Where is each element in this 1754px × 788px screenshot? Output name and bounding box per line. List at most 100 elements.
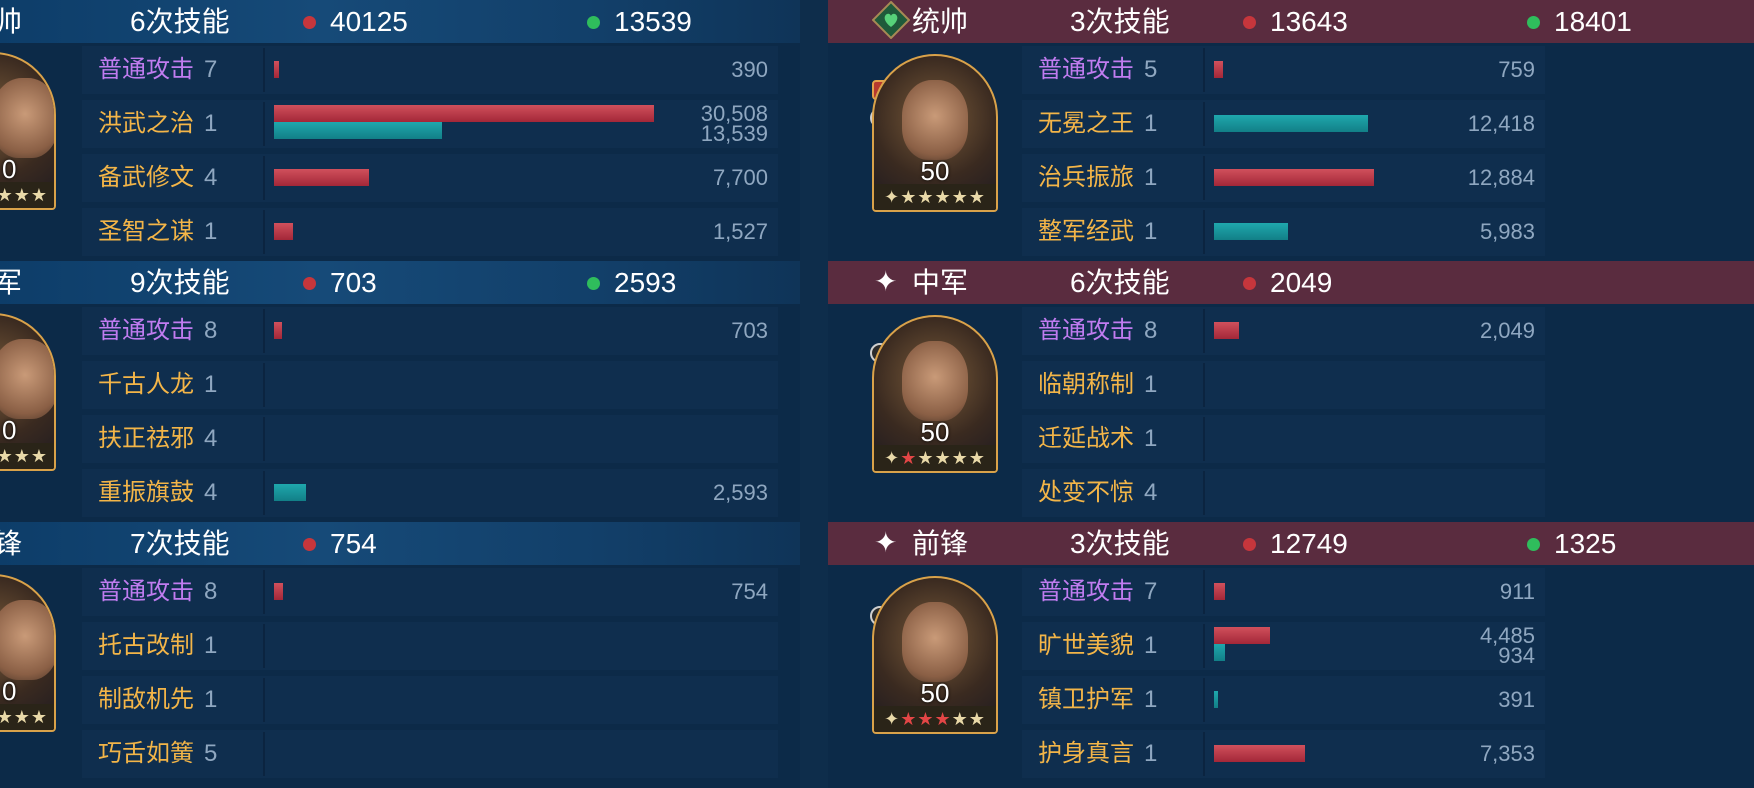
row-separator <box>263 102 265 146</box>
skill-count: 5 <box>204 740 218 767</box>
skill-count: 8 <box>204 317 218 344</box>
skill-row: 普通攻击 8 2,049 <box>1022 307 1545 355</box>
general-portrait[interactable]: 0 ★★★ <box>0 313 56 471</box>
row-separator <box>263 363 265 407</box>
role-label: 前锋 <box>912 528 969 559</box>
skill-name: 普通攻击 <box>98 578 194 605</box>
skill-row: 制敌机先 1 <box>82 676 778 724</box>
portrait-level: 0 <box>2 415 17 445</box>
skill-row: 迁延战术 1 <box>1022 415 1545 463</box>
skill-name: 巧舌如簧 <box>98 740 194 767</box>
general-portrait[interactable]: 50 ✦★★★★★ <box>872 315 998 473</box>
damage-bar <box>274 61 279 78</box>
portrait-stars: ★★★ <box>0 443 54 469</box>
skill-count: 8 <box>1144 317 1158 344</box>
skill-name: 护身真言 <box>1038 740 1134 767</box>
skill-row: 护身真言 1 7,353 <box>1022 730 1545 778</box>
damage-bar <box>1214 627 1270 644</box>
skill-name: 普通攻击 <box>1038 56 1134 83</box>
skill-row: 镇卫护军 1 391 <box>1022 676 1545 724</box>
row-separator <box>263 156 265 200</box>
heal-bar <box>1214 223 1288 240</box>
skill-count: 1 <box>204 218 218 245</box>
skill-row: 整军经武 1 5,983 <box>1022 208 1545 256</box>
vanguard-section: 锋 7次技能 754 0 ★★★ 普通攻击 8 754 托古改制 1 制敌机先 … <box>0 522 800 782</box>
row-separator <box>1203 624 1205 668</box>
heal-value: 2,593 <box>712 480 768 505</box>
damage-bar <box>1214 169 1374 186</box>
skill-count: 1 <box>204 371 218 398</box>
heal-total: 18401 <box>1554 6 1632 37</box>
portrait-level: 50 <box>920 417 950 447</box>
portrait-face <box>0 600 54 680</box>
skill-row: 普通攻击 7 390 <box>82 46 778 94</box>
damage-bar <box>274 322 282 339</box>
skill-name: 无冕之王 <box>1038 110 1134 137</box>
damage-value: 390 <box>731 57 768 82</box>
left-team-panel: 帅 6次技能 40125 13539 0 ★★★ 普通攻击 7 390 洪武之治… <box>0 0 800 788</box>
portrait-face <box>902 602 968 682</box>
heal-value: 12,418 <box>1467 111 1535 136</box>
row-separator <box>263 48 265 92</box>
row-separator <box>263 471 265 515</box>
section-header: ✦ 前锋 3次技能 12749 1325 <box>828 522 1754 565</box>
damage-value: 1,527 <box>712 219 768 244</box>
section-header: 锋 7次技能 754 <box>0 522 800 565</box>
skill-name: 整军经武 <box>1038 218 1134 245</box>
damage-bar <box>274 105 654 122</box>
portrait-face <box>902 80 968 160</box>
heal-bar <box>1214 644 1225 661</box>
portrait-level: 50 <box>920 156 950 186</box>
general-portrait[interactable]: 0 ★★★ <box>0 52 56 210</box>
portrait-stars: ★★★ <box>0 704 54 730</box>
skill-row: 洪武之治 1 30,508 13,539 <box>82 100 778 148</box>
damage-bar <box>1214 61 1223 78</box>
damage-bar <box>1214 745 1305 762</box>
general-portrait[interactable]: 50 ✦★★★★★ <box>872 54 998 212</box>
skill-count: 1 <box>1144 110 1158 137</box>
skill-row: 托古改制 1 <box>82 622 778 670</box>
role-label: 中军 <box>912 267 969 298</box>
skill-count: 8 <box>204 578 218 605</box>
skill-row: 圣智之谋 1 1,527 <box>82 208 778 256</box>
skill-row: 重振旗鼓 4 2,593 <box>82 469 778 517</box>
skill-name: 普通攻击 <box>98 56 194 83</box>
row-separator <box>1203 309 1205 353</box>
damage-total: 12749 <box>1270 528 1348 559</box>
row-separator <box>263 570 265 614</box>
general-portrait[interactable]: 50 ✦★★★★★ <box>872 576 998 734</box>
row-separator <box>263 732 265 776</box>
general-section: 统帅 3次技能 13643 18401 50 ✦★★★★★ 普通攻击 5 759… <box>828 0 1754 260</box>
panel-divider <box>800 0 828 788</box>
role-label: 统帅 <box>912 6 969 37</box>
skill-trigger-count: 6次技能 <box>1070 267 1170 298</box>
skill-name: 旷世美貌 <box>1038 632 1134 659</box>
section-header: ✦ 中军 6次技能 2049 <box>828 261 1754 304</box>
portrait-face <box>902 341 968 421</box>
portrait-stars: ✦★★★★★ <box>874 184 996 210</box>
row-separator <box>1203 102 1205 146</box>
row-separator <box>1203 210 1205 254</box>
portrait-face <box>0 339 54 419</box>
general-section: 帅 6次技能 40125 13539 0 ★★★ 普通攻击 7 390 洪武之治… <box>0 0 800 260</box>
skill-row: 临朝称制 1 <box>1022 361 1545 409</box>
heal-dot-icon <box>587 16 600 29</box>
general-portrait[interactable]: 0 ★★★ <box>0 574 56 732</box>
general-role-emblem-icon <box>872 1 910 39</box>
heal-bar <box>274 122 442 139</box>
heal-value: 13,539 <box>700 121 768 146</box>
row-separator <box>1203 48 1205 92</box>
skill-row: 巧舌如簧 5 <box>82 730 778 778</box>
damage-total: 13643 <box>1270 6 1348 37</box>
skill-name: 临朝称制 <box>1038 371 1134 398</box>
skill-name: 普通攻击 <box>98 317 194 344</box>
section-header: 帅 6次技能 40125 13539 <box>0 0 800 43</box>
skill-name: 扶正祛邪 <box>98 425 194 452</box>
skill-count: 1 <box>1144 371 1158 398</box>
damage-bar <box>274 223 293 240</box>
skill-trigger-count: 6次技能 <box>130 6 230 37</box>
row-separator <box>1203 678 1205 722</box>
damage-dot-icon <box>1243 16 1256 29</box>
skill-row: 备武修文 4 7,700 <box>82 154 778 202</box>
skill-name: 洪武之治 <box>98 110 194 137</box>
